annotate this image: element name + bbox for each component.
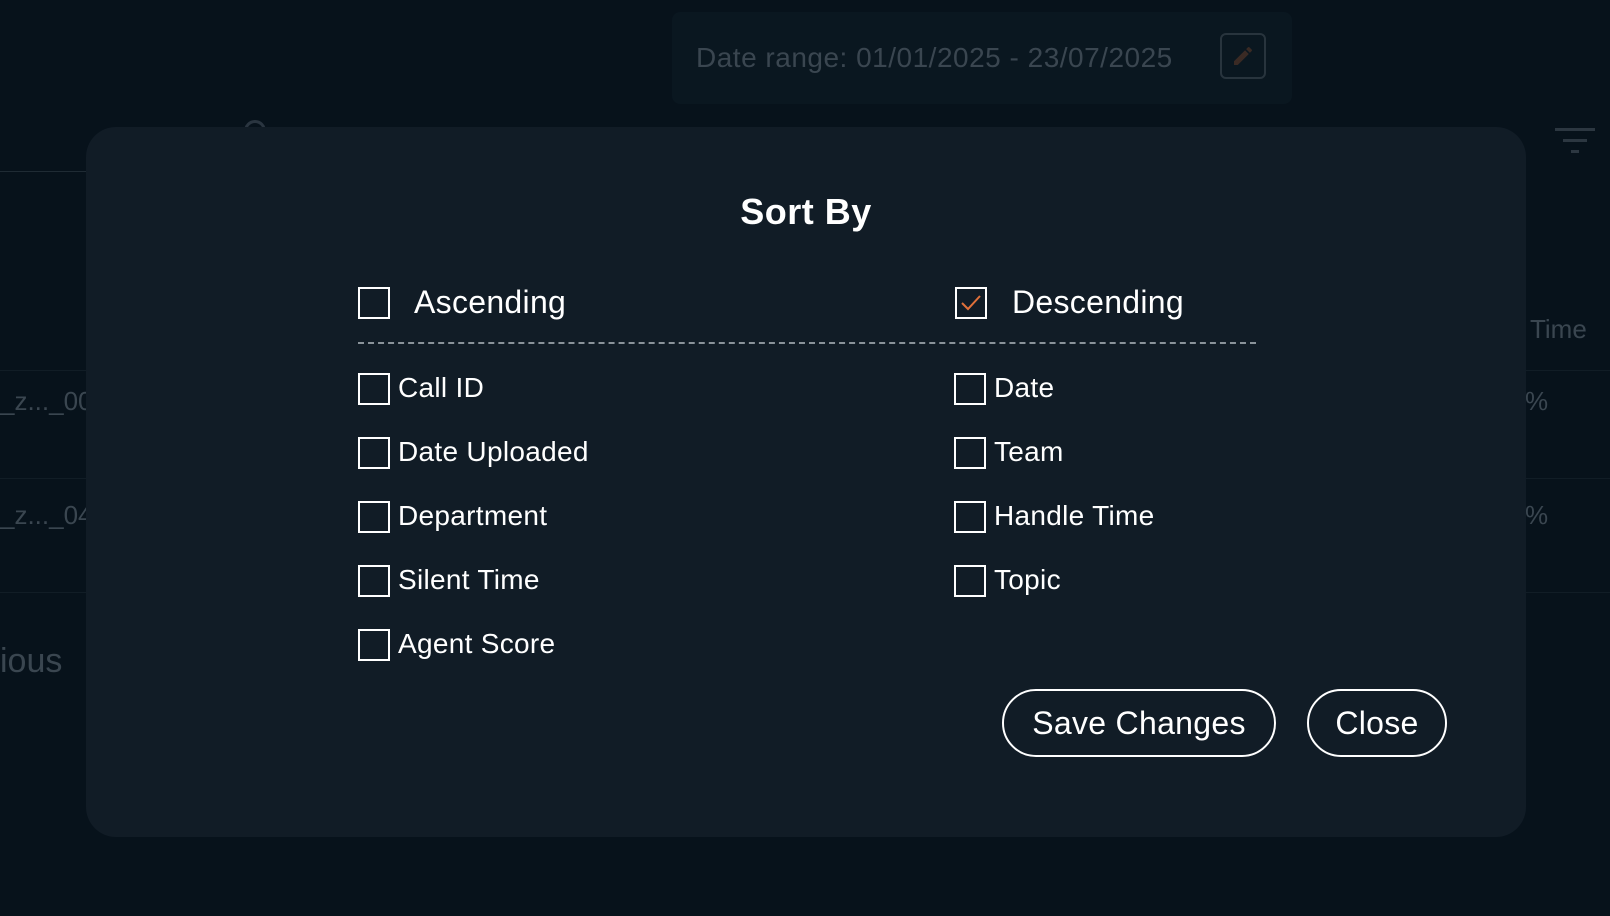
row-id: _z..._04 [0, 500, 93, 530]
field-checkbox-date[interactable] [954, 373, 986, 405]
field-label-date-uploaded: Date Uploaded [398, 436, 589, 467]
checkmark-icon [961, 295, 981, 311]
field-checkbox-topic[interactable] [954, 565, 986, 597]
field-checkbox-silent-time[interactable] [358, 565, 390, 597]
field-checkbox-department[interactable] [358, 501, 390, 533]
pencil-icon [1234, 46, 1253, 65]
field-checkbox-handle-time[interactable] [954, 501, 986, 533]
date-range-label: Date range: 01/01/2025 - 23/07/2025 [696, 42, 1173, 73]
search-underline [0, 171, 90, 172]
date-range-panel: Date range: 01/01/2025 - 23/07/2025 [672, 12, 1292, 104]
field-checkbox-date-uploaded[interactable] [358, 437, 390, 469]
row-percent: % [1525, 500, 1549, 530]
dashed-divider [358, 342, 1256, 344]
field-checkbox-team[interactable] [954, 437, 986, 469]
previous-page-link[interactable]: ious [0, 642, 62, 681]
field-label-date: Date [994, 372, 1055, 403]
descending-label: Descending [1012, 284, 1184, 320]
sort-by-modal: Sort By Ascending Descending Call ID Dat… [86, 127, 1526, 837]
save-changes-button[interactable]: Save Changes [1002, 689, 1276, 757]
close-button[interactable]: Close [1307, 689, 1447, 757]
field-checkbox-call-id[interactable] [358, 373, 390, 405]
field-label-handle-time: Handle Time [994, 500, 1155, 531]
row-percent: % [1525, 386, 1549, 416]
field-label-silent-time: Silent Time [398, 564, 540, 595]
filter-icon[interactable] [1555, 126, 1595, 156]
ascending-checkbox[interactable] [358, 287, 390, 319]
row-id: _z..._00 [0, 386, 93, 416]
descending-checkbox[interactable] [955, 287, 987, 319]
column-header-partial: t Time [1516, 314, 1587, 344]
modal-title: Sort By [740, 191, 872, 232]
field-label-team: Team [994, 436, 1064, 467]
field-label-department: Department [398, 500, 548, 531]
field-label-topic: Topic [994, 564, 1061, 595]
field-checkbox-agent-score[interactable] [358, 629, 390, 661]
ascending-label: Ascending [414, 284, 567, 320]
field-label-agent-score: Agent Score [398, 628, 556, 659]
field-label-call-id: Call ID [398, 372, 485, 403]
edit-date-range-button[interactable] [1220, 33, 1266, 79]
